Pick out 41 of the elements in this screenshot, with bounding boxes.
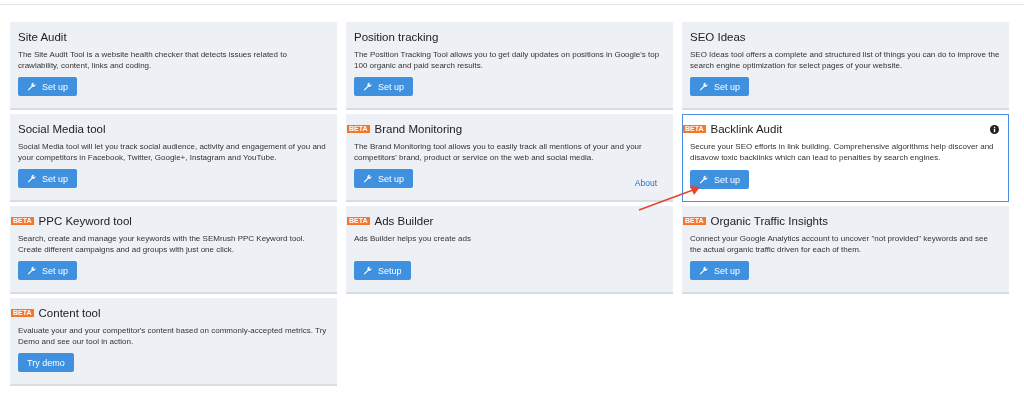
card-title: SEO Ideas xyxy=(690,31,746,43)
card-description: The Brand Monitoring tool allows you to easily track all mentions of your and your competitors' brand, product or service on the web and social media. xyxy=(354,142,643,163)
about-link[interactable]: About xyxy=(634,178,657,188)
wrench-icon xyxy=(699,82,708,91)
card-title: Ads Builder xyxy=(374,215,434,227)
setup-button[interactable]: Set up xyxy=(354,77,414,96)
card-title: Content tool xyxy=(38,307,101,319)
info-icon[interactable] xyxy=(990,124,999,134)
setup-button[interactable]: Set up xyxy=(690,77,750,96)
wrench-icon xyxy=(363,266,372,275)
card-description: The Site Audit Tool is a website health checker that detects issues related to crawlability, content, links and coding. xyxy=(18,50,288,71)
wrench-icon xyxy=(363,82,372,91)
card-title: Site Audit xyxy=(18,31,67,43)
wrench-icon xyxy=(27,174,36,183)
card-title: Brand Monitoring xyxy=(374,123,463,135)
setup-button[interactable]: Set up xyxy=(18,77,78,96)
card-description: Ads Builder helps you create ads xyxy=(354,234,472,245)
card-description: SEO Ideas tool offers a complete and structured list of things you can do to improve the search engine optimization for select pages of your website. xyxy=(690,50,1001,71)
wrench-icon xyxy=(363,174,372,183)
setup-button[interactable]: Set up xyxy=(18,169,78,188)
setup-button[interactable]: Set up xyxy=(354,169,414,188)
card-description: The Position Tracking Tool allows you to get daily updates on positions in Google's top 100 organic and paid search results. xyxy=(354,50,661,71)
setup-button[interactable]: Try demo xyxy=(18,353,74,372)
card-description: Search, create and manage your keywords with the SEMrush PPC Keyword tool. Create different campaigns and ad groups with just one click. xyxy=(18,234,306,255)
card-description: Evaluate your and your competitor's content based on commonly-accepted metrics. Try Demo and see our tool in action. xyxy=(18,326,328,347)
setup-button[interactable]: Set up xyxy=(690,170,750,189)
card-title: Organic Traffic Insights xyxy=(710,215,828,227)
setup-button[interactable]: Set up xyxy=(18,261,78,280)
card-description: Social Media tool will let you track social audience, activity and engagement of you and your competitors in Facebook, Twitter, Google+, Instagram and YouTube. xyxy=(18,142,327,163)
setup-button[interactable]: Setup xyxy=(354,261,411,280)
card-title: PPC Keyword tool xyxy=(38,215,132,227)
card-title: Backlink Audit xyxy=(710,123,783,135)
card-description: Connect your Google Analytics account to uncover "not provided" keywords and see the actual organic traffic driven for each of them. xyxy=(690,234,989,255)
card-description: Secure your SEO efforts in link building. Comprehensive algorithms help discover and disavow toxic backlinks which can lead to penalties by search engines. xyxy=(690,142,995,163)
wrench-icon xyxy=(699,175,708,184)
wrench-icon xyxy=(27,266,36,275)
wrench-icon xyxy=(699,266,708,275)
card-title: Position tracking xyxy=(354,31,439,43)
setup-button[interactable]: Set up xyxy=(690,261,750,280)
card-title: Social Media tool xyxy=(18,123,106,135)
wrench-icon xyxy=(27,82,36,91)
